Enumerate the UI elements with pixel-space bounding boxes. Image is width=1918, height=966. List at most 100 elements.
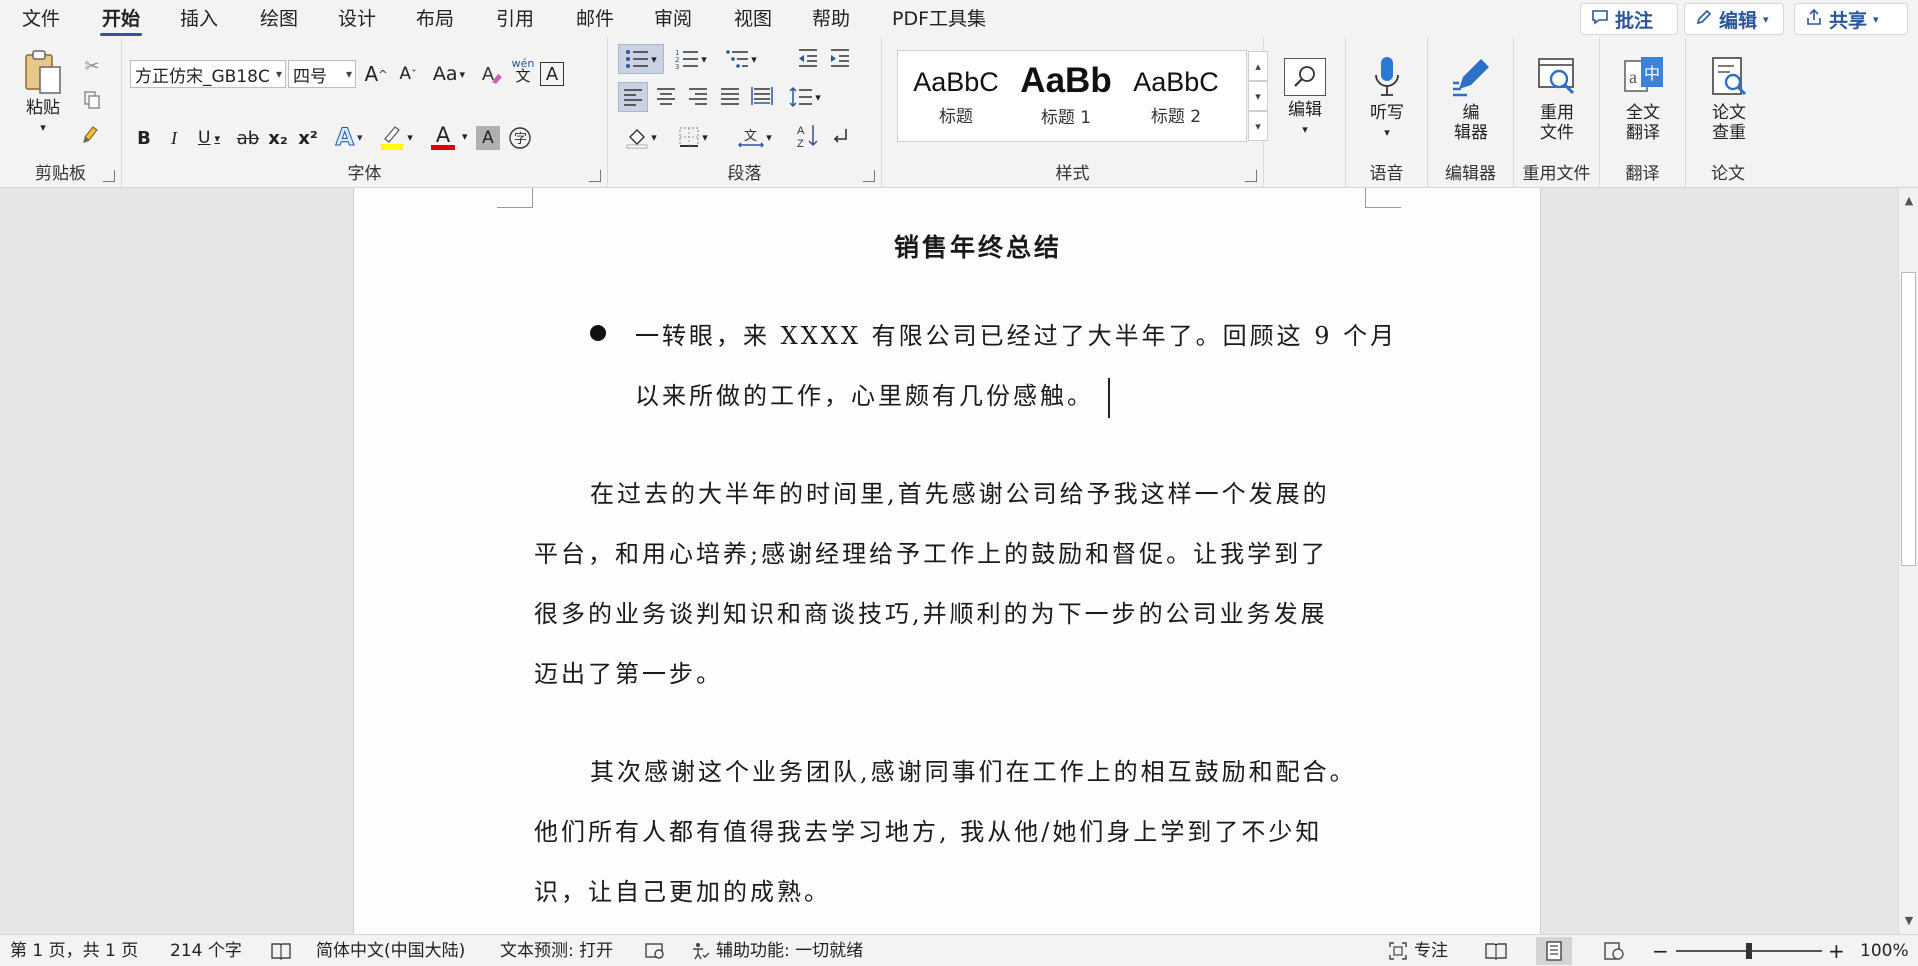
document-area[interactable]: 销售年终总结 一转眼，来 XXXX 有限公司已经过了大半年了。回顾这 9 个月 … bbox=[0, 188, 1898, 934]
clear-formatting-button[interactable]: A bbox=[478, 60, 506, 88]
font-color-button[interactable]: A bbox=[422, 122, 464, 152]
numbering-button[interactable]: 123 ▾ bbox=[668, 44, 714, 74]
font-size-combo[interactable]: 四号 ▾ bbox=[288, 60, 356, 88]
paragraph-1-line-3[interactable]: 很多的业务谈判知识和商谈技巧,并顺利的为下一步的公司业务发展 bbox=[534, 594, 1328, 629]
tab-design[interactable]: 设计 bbox=[336, 6, 378, 36]
phonetic-guide-button[interactable]: wén 文 bbox=[508, 52, 538, 88]
print-layout-button[interactable] bbox=[1536, 937, 1572, 965]
bold-button[interactable]: B bbox=[130, 124, 158, 152]
scroll-up-button[interactable]: ▲ bbox=[1899, 190, 1918, 210]
paper-check-button[interactable]: 论文 查重 bbox=[1694, 44, 1764, 154]
enclose-characters-button[interactable]: 字 bbox=[506, 124, 534, 152]
shading-button[interactable]: ▾ bbox=[618, 122, 664, 152]
superscript-button[interactable]: x² bbox=[294, 124, 322, 152]
zoom-slider-thumb[interactable] bbox=[1746, 943, 1752, 959]
paragraph-2-line-2[interactable]: 他们所有人都有值得我去学习地方, 我从他/她们身上学到了不少知 bbox=[534, 812, 1322, 847]
tab-help[interactable]: 帮助 bbox=[810, 6, 852, 36]
align-left-button[interactable] bbox=[618, 82, 648, 112]
editor-button[interactable]: 编 辑器 bbox=[1436, 44, 1506, 154]
language[interactable]: 简体中文(中国大陆) bbox=[316, 935, 465, 966]
strikethrough-button[interactable]: ab bbox=[234, 124, 262, 152]
align-center-button[interactable] bbox=[652, 82, 680, 110]
web-layout-button[interactable] bbox=[1596, 937, 1632, 965]
document-page[interactable]: 销售年终总结 一转眼，来 XXXX 有限公司已经过了大半年了。回顾这 9 个月 … bbox=[353, 188, 1541, 934]
text-effects-button[interactable]: A ▾ bbox=[328, 122, 370, 152]
underline-button[interactable]: U ▾ bbox=[188, 124, 230, 152]
grow-font-button[interactable]: A ^ bbox=[362, 60, 390, 88]
bullet-line-2[interactable]: 以来所做的工作，心里颇有几份感触。 bbox=[635, 376, 1094, 411]
format-painter-button[interactable] bbox=[78, 120, 106, 148]
reuse-files-button[interactable]: 重用 文件 bbox=[1522, 44, 1592, 154]
page-info[interactable]: 第 1 页，共 1 页 bbox=[10, 935, 138, 966]
paragraph-2-line-3[interactable]: 识，让自己更加的成熟。 bbox=[534, 872, 831, 907]
bullets-button[interactable]: ▾ bbox=[618, 44, 664, 74]
share-button[interactable]: 共享 ▾ bbox=[1794, 3, 1908, 35]
paragraph-dialog-launcher[interactable] bbox=[863, 170, 875, 182]
character-border-button[interactable]: A bbox=[540, 62, 564, 86]
paste-button[interactable]: 粘贴 ▾ bbox=[10, 44, 76, 144]
scrollbar-thumb[interactable] bbox=[1901, 272, 1916, 566]
tab-review[interactable]: 审阅 bbox=[652, 6, 694, 36]
bullet-line-1[interactable]: 一转眼，来 XXXX 有限公司已经过了大半年了。回顾这 9 个月 bbox=[635, 316, 1397, 351]
editing-button[interactable]: 编辑 ▾ bbox=[1270, 44, 1340, 154]
tab-view[interactable]: 视图 bbox=[732, 6, 774, 36]
proofing-icon[interactable] bbox=[270, 935, 292, 966]
paragraph-1-line-2[interactable]: 平台，和用心培养;感谢经理给予工作上的鼓励和督促。让我学到了 bbox=[534, 534, 1328, 569]
styles-dialog-launcher[interactable] bbox=[1245, 170, 1257, 182]
paragraph-2-line-1[interactable]: 其次感谢这个业务团队,感谢同事们在工作上的相互鼓励和配合。 bbox=[590, 752, 1357, 787]
paragraph-1-line-4[interactable]: 迈出了第一步。 bbox=[534, 654, 723, 689]
paragraph-1-line-1[interactable]: 在过去的大半年的时间里,首先感谢公司给予我这样一个发展的 bbox=[590, 474, 1330, 509]
increase-indent-button[interactable] bbox=[826, 44, 854, 72]
scroll-down-button[interactable]: ▼ bbox=[1899, 910, 1918, 930]
cut-button[interactable]: ✂ bbox=[78, 52, 106, 80]
asian-layout-button[interactable]: 文 ▾ bbox=[732, 122, 778, 152]
document-title[interactable]: 销售年终总结 bbox=[894, 228, 1062, 264]
comments-button[interactable]: 批注 bbox=[1580, 3, 1678, 35]
justify-button[interactable] bbox=[716, 82, 744, 110]
show-formatting-marks-button[interactable] bbox=[826, 122, 854, 150]
tab-home[interactable]: 开始 bbox=[100, 6, 143, 36]
copy-button[interactable] bbox=[78, 86, 106, 114]
zoom-out-button[interactable]: − bbox=[1652, 935, 1669, 966]
style-title[interactable]: AaBbC 标题 bbox=[902, 51, 1010, 141]
sort-button[interactable]: AZ bbox=[794, 122, 822, 150]
read-mode-button[interactable] bbox=[1478, 937, 1514, 965]
word-count[interactable]: 214 个字 bbox=[170, 935, 242, 966]
shrink-font-button[interactable]: Aˇ bbox=[394, 60, 422, 88]
svg-text:a: a bbox=[1629, 67, 1637, 87]
tab-insert[interactable]: 插入 bbox=[178, 6, 220, 36]
italic-button[interactable]: I bbox=[160, 124, 188, 152]
vertical-scrollbar[interactable]: ▲ ▼ bbox=[1898, 188, 1918, 934]
accessibility-status[interactable]: 辅助功能: 一切就绪 bbox=[716, 935, 863, 966]
focus-mode-button[interactable]: 专注 bbox=[1414, 935, 1448, 966]
tab-layout[interactable]: 布局 bbox=[414, 6, 456, 36]
macro-recording-icon[interactable] bbox=[644, 935, 666, 966]
clipboard-dialog-launcher[interactable] bbox=[103, 170, 115, 182]
full-text-translate-button[interactable]: a中 全文 翻译 bbox=[1608, 44, 1678, 154]
subscript-button[interactable]: x₂ bbox=[264, 124, 292, 152]
highlight-color-button[interactable]: ▾ bbox=[374, 122, 418, 152]
font-dialog-launcher[interactable] bbox=[589, 170, 601, 182]
borders-button[interactable]: ▾ bbox=[670, 122, 716, 152]
tab-mailings[interactable]: 邮件 bbox=[574, 6, 616, 36]
text-prediction[interactable]: 文本预测: 打开 bbox=[500, 935, 613, 966]
tab-references[interactable]: 引用 bbox=[494, 6, 536, 36]
distributed-button[interactable] bbox=[748, 82, 776, 110]
editing-mode-button[interactable]: 编辑 ▾ bbox=[1684, 3, 1784, 35]
zoom-level[interactable]: 100% bbox=[1860, 935, 1909, 966]
tab-pdf-tools[interactable]: PDF工具集 bbox=[890, 6, 988, 36]
character-shading-button[interactable]: A bbox=[476, 126, 500, 150]
change-case-button[interactable]: Aa ▾ bbox=[428, 60, 470, 88]
zoom-in-button[interactable]: + bbox=[1828, 935, 1845, 966]
align-right-button[interactable] bbox=[684, 82, 712, 110]
style-heading-2[interactable]: AaBbC 标题 2 bbox=[1122, 51, 1230, 141]
decrease-indent-button[interactable] bbox=[794, 44, 822, 72]
web-layout-icon bbox=[1604, 942, 1624, 960]
multilevel-list-button[interactable]: ▾ bbox=[718, 44, 764, 74]
line-spacing-button[interactable]: ▾ bbox=[782, 82, 828, 112]
style-heading-1[interactable]: AaBb 标题 1 bbox=[1012, 51, 1120, 141]
font-name-combo[interactable]: 方正仿宋_GB18C ▾ bbox=[130, 60, 286, 88]
tab-file[interactable]: 文件 bbox=[20, 6, 62, 36]
dictate-button[interactable]: 听写 ▾ bbox=[1352, 44, 1422, 154]
tab-draw[interactable]: 绘图 bbox=[258, 6, 300, 36]
